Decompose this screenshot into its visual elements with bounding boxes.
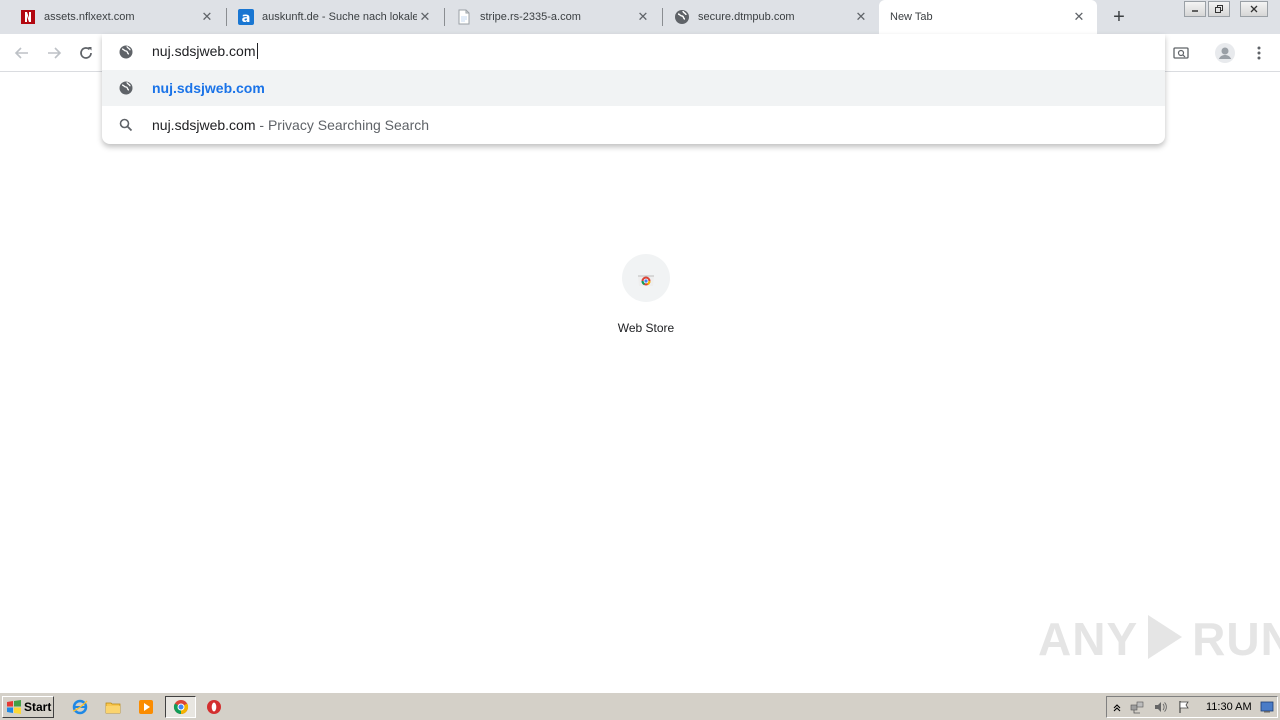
close-tab-icon[interactable]: ✕	[853, 9, 869, 25]
minimize-button[interactable]	[1184, 1, 1206, 17]
globe-icon	[119, 81, 133, 95]
close-window-button[interactable]	[1240, 1, 1268, 17]
close-tab-icon[interactable]: ✕	[1071, 9, 1087, 25]
suggestion-item-search[interactable]: nuj.sdsjweb.com - Privacy Searching Sear…	[102, 107, 1165, 143]
text-cursor	[256, 43, 258, 59]
windows-logo-icon	[7, 700, 21, 714]
close-tab-icon[interactable]: ✕	[635, 9, 651, 25]
search-icon	[119, 118, 133, 132]
profile-avatar-button[interactable]	[1213, 42, 1237, 64]
address-value: nuj.sdsjweb.com	[152, 43, 256, 59]
tab-new-tab[interactable]: New Tab ✕	[879, 0, 1097, 34]
taskbar-media-player[interactable]	[137, 698, 155, 716]
three-dots-vertical-icon	[1257, 46, 1261, 60]
suggestion-description: - Privacy Searching Search	[255, 117, 430, 133]
tab-stripe[interactable]: stripe.rs-2335-a.com ✕	[436, 0, 661, 34]
media-player-icon	[139, 700, 153, 714]
taskbar-chrome[interactable]	[172, 698, 190, 716]
shortcut-label: Web Store	[617, 321, 675, 335]
suggestion-main-text: nuj.sdsjweb.com	[152, 117, 256, 133]
auskunft-icon: a	[238, 9, 254, 25]
back-button[interactable]	[11, 42, 33, 64]
new-tab-button[interactable]: +	[1108, 6, 1130, 28]
tab-title: auskunft.de - Suche nach lokalen	[262, 11, 417, 23]
netflix-icon	[20, 9, 36, 25]
taskbar-file-explorer[interactable]	[104, 698, 122, 716]
close-tab-icon[interactable]: ✕	[417, 9, 433, 25]
start-label: Start	[24, 700, 52, 714]
folder-icon	[105, 702, 121, 714]
start-button[interactable]: Start	[2, 696, 54, 718]
watermark-right-text: RUN	[1192, 613, 1280, 665]
globe-icon	[119, 45, 133, 59]
omnibox-dropdown: nuj.sdsjweb.com nuj.sdsjweb.com nuj.sdsj…	[102, 34, 1165, 144]
clock[interactable]: 11:30 AM	[1206, 701, 1252, 713]
flag-icon[interactable]	[1177, 700, 1191, 714]
minimize-icon	[1192, 10, 1198, 12]
watermark-left-text: ANY	[1038, 613, 1139, 665]
page-icon	[456, 9, 472, 25]
tab-search-icon	[1173, 47, 1189, 59]
tab-assets-nflxext[interactable]: assets.nflxext.com ✕	[0, 0, 225, 34]
suggestion-main-text: nuj.sdsjweb.com	[152, 80, 265, 96]
tab-title: secure.dtmpub.com	[698, 11, 795, 23]
chevron-up-icon[interactable]	[1110, 700, 1124, 714]
tab-secure-dtmpub[interactable]: secure.dtmpub.com ✕	[654, 0, 879, 34]
internet-explorer-icon	[72, 699, 88, 715]
screen: assets.nflxext.com ✕ a auskunft.de - Suc…	[0, 0, 1280, 720]
reload-icon	[80, 47, 92, 59]
tab-search-button[interactable]	[1169, 42, 1193, 64]
tab-title: assets.nflxext.com	[44, 11, 135, 23]
arrow-left-icon	[14, 47, 28, 59]
system-tray: 11:30 AM	[1106, 696, 1278, 718]
arrow-right-icon	[48, 47, 62, 59]
tab-auskunft[interactable]: a auskunft.de - Suche nach lokalen ✕	[218, 0, 443, 34]
address-input[interactable]: nuj.sdsjweb.com	[152, 43, 258, 59]
restore-button[interactable]	[1208, 1, 1230, 17]
volume-icon[interactable]	[1153, 700, 1167, 714]
avatar-icon	[1215, 43, 1235, 63]
taskbar-internet-explorer[interactable]	[71, 698, 89, 716]
play-icon	[1148, 615, 1183, 659]
network-icon[interactable]	[1130, 700, 1144, 714]
tab-strip: assets.nflxext.com ✕ a auskunft.de - Suc…	[0, 0, 1280, 34]
menu-button[interactable]	[1247, 42, 1271, 64]
taskbar-opera[interactable]	[205, 698, 223, 716]
close-icon	[1250, 5, 1258, 13]
taskbar: Start 11:30 AM	[0, 692, 1280, 720]
chrome-web-store-icon	[638, 275, 654, 286]
shortcut-web-store[interactable]: Web Store	[606, 252, 686, 342]
anyrun-watermark: ANY RUN	[1038, 612, 1280, 666]
restore-icon	[1215, 5, 1223, 13]
tab-title: New Tab	[890, 11, 933, 23]
show-desktop-icon[interactable]	[1260, 700, 1274, 714]
opera-icon	[207, 700, 221, 714]
suggestion-item-url[interactable]: nuj.sdsjweb.com	[102, 70, 1165, 106]
address-bar[interactable]: nuj.sdsjweb.com	[102, 34, 1165, 70]
svg-text:a: a	[242, 11, 251, 25]
globe-icon	[674, 9, 690, 25]
forward-button[interactable]	[43, 42, 65, 64]
chrome-icon	[173, 700, 189, 715]
shortcut-tile	[622, 254, 670, 302]
close-tab-icon[interactable]: ✕	[199, 9, 215, 25]
reload-button[interactable]	[75, 42, 97, 64]
tab-title: stripe.rs-2335-a.com	[480, 11, 581, 23]
